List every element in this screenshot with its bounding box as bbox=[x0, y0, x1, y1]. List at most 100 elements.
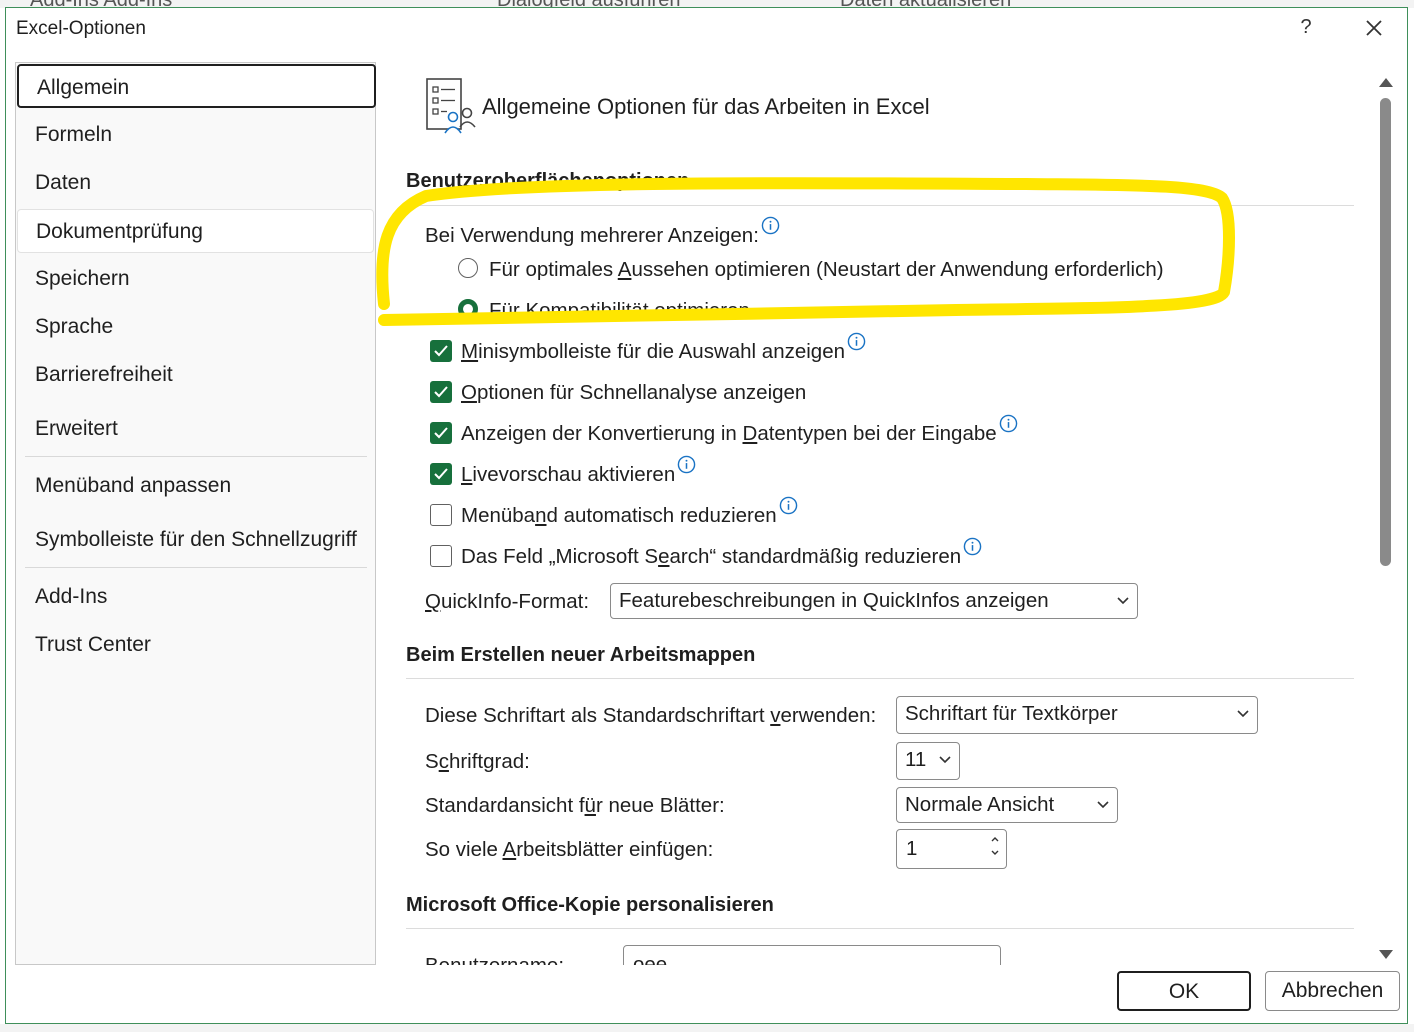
cancel-button[interactable]: Abbrechen bbox=[1265, 971, 1400, 1011]
access-key: L bbox=[461, 463, 473, 486]
chevron-up-icon[interactable] bbox=[990, 832, 1000, 846]
access-key: M bbox=[461, 340, 479, 363]
radio-optimize-appearance[interactable] bbox=[458, 258, 478, 278]
label-part: Anzeigen der Konvertierung in bbox=[461, 422, 743, 445]
options-nav: Allgemein Formeln Daten Dokumentprüfung … bbox=[15, 62, 376, 965]
access-key: A bbox=[617, 258, 632, 281]
info-icon[interactable] bbox=[999, 414, 1018, 433]
ok-button[interactable]: OK bbox=[1117, 971, 1251, 1011]
access-key: c bbox=[438, 750, 449, 773]
close-icon bbox=[1366, 20, 1382, 36]
checkbox-mini-toolbar[interactable] bbox=[430, 340, 452, 362]
access-key: D bbox=[742, 422, 758, 445]
nav-item-daten[interactable]: Daten bbox=[17, 161, 374, 205]
sheet-count-value: 1 bbox=[906, 837, 918, 860]
label-part: ivevorschau aktivieren bbox=[472, 463, 676, 486]
nav-separator bbox=[25, 567, 367, 568]
sheet-count-stepper[interactable]: 1 bbox=[896, 829, 1007, 869]
section-title-ui-options: Benutzeroberflächenoptionen bbox=[406, 170, 690, 192]
nav-item-barrierefreiheit[interactable]: Barrierefreiheit bbox=[17, 353, 374, 397]
access-key: K bbox=[525, 299, 540, 322]
nav-item-trust-center[interactable]: Trust Center bbox=[17, 623, 374, 667]
chevron-down-icon bbox=[1237, 710, 1249, 718]
scroll-thumb[interactable] bbox=[1380, 98, 1391, 566]
chevron-down-icon bbox=[939, 756, 951, 764]
close-button[interactable] bbox=[1360, 14, 1388, 42]
stepper-arrows bbox=[990, 832, 1000, 860]
scroll-up-arrow-icon[interactable] bbox=[1376, 75, 1396, 89]
checkbox-live-preview-label[interactable]: Livevorschau aktivieren bbox=[461, 455, 696, 487]
label-part: hriftgrad: bbox=[448, 750, 530, 773]
nav-item-dokumentpruefung[interactable]: Dokumentprüfung bbox=[17, 209, 374, 253]
chevron-down-icon bbox=[1117, 597, 1129, 605]
radio-optimize-compatibility[interactable] bbox=[458, 299, 478, 319]
chevron-down-icon[interactable] bbox=[990, 846, 1000, 860]
label-part: ussehen optimieren (Neustart der Anwendu… bbox=[631, 258, 1164, 281]
label-part: d automatisch reduzieren bbox=[546, 504, 777, 527]
chevron-down-icon bbox=[1097, 801, 1109, 809]
checkbox-auto-collapse-ribbon[interactable] bbox=[430, 504, 452, 526]
content-scrollbar[interactable] bbox=[1376, 70, 1396, 970]
label-part: arch“ standardmäßig reduzieren bbox=[669, 545, 962, 568]
username-label: Benutzername: bbox=[425, 954, 564, 965]
checkbox-collapse-search[interactable] bbox=[430, 545, 452, 567]
nav-item-addins[interactable]: Add-Ins bbox=[17, 575, 374, 619]
quickinfo-format-select[interactable]: Featurebeschreibungen in QuickInfos anze… bbox=[610, 583, 1138, 619]
nav-item-menueband-anpassen[interactable]: Menüband anpassen bbox=[17, 464, 374, 508]
excel-grid-background bbox=[0, 1024, 1414, 1032]
general-options-icon bbox=[426, 78, 476, 134]
label-part: atentypen bei der Eingabe bbox=[757, 422, 997, 445]
radio-optimize-compatibility-label[interactable]: Für Kompatibilität optimieren bbox=[489, 299, 750, 323]
access-key: e bbox=[658, 545, 670, 568]
label-part: r neue Blätter: bbox=[595, 794, 725, 817]
nav-item-formeln[interactable]: Formeln bbox=[17, 113, 374, 157]
checkmark-icon bbox=[434, 427, 448, 439]
checkmark-icon bbox=[434, 345, 448, 357]
quickinfo-format-value: Featurebeschreibungen in QuickInfos anze… bbox=[619, 589, 1049, 612]
username-input[interactable]: oee bbox=[623, 945, 1001, 965]
checkbox-datatype-conversion-label[interactable]: Anzeigen der Konvertierung in Datentypen… bbox=[461, 414, 1018, 446]
checkbox-collapse-search-label[interactable]: Das Feld „Microsoft Search“ standardmäßi… bbox=[461, 537, 982, 569]
multi-display-label: Bei Verwendung mehrerer Anzeigen: bbox=[425, 216, 780, 248]
nav-item-sprache[interactable]: Sprache bbox=[17, 305, 374, 349]
checkbox-quick-analysis[interactable] bbox=[430, 381, 452, 403]
font-size-value: 11 bbox=[905, 748, 927, 771]
nav-item-allgemein[interactable]: Allgemein bbox=[17, 64, 376, 108]
default-view-label: Standardansicht für neue Blätter: bbox=[425, 794, 725, 818]
info-icon[interactable] bbox=[761, 216, 780, 235]
section-title-new-workbooks: Beim Erstellen neuer Arbeitsmappen bbox=[406, 644, 756, 666]
font-size-select[interactable]: 11 bbox=[896, 742, 960, 780]
nav-separator bbox=[25, 456, 367, 457]
access-key: Q bbox=[425, 590, 441, 613]
label-part: inisymbolleiste für die Auswahl anzeigen bbox=[478, 340, 846, 363]
nav-item-schnellzugriff[interactable]: Symbolleiste für den Schnellzugriff bbox=[17, 518, 374, 562]
label-part: S bbox=[425, 750, 439, 773]
nav-item-erweitert[interactable]: Erweitert bbox=[17, 407, 374, 451]
info-icon[interactable] bbox=[963, 537, 982, 556]
checkbox-live-preview[interactable] bbox=[430, 463, 452, 485]
default-font-label: Diese Schriftart als Standardschriftart … bbox=[425, 704, 876, 728]
label-part: ompatibilität optimieren bbox=[539, 299, 750, 322]
label-part: So viele bbox=[425, 838, 503, 861]
default-font-select[interactable]: Schriftart für Textkörper bbox=[896, 696, 1258, 734]
info-icon[interactable] bbox=[779, 496, 798, 515]
font-size-label: Schriftgrad: bbox=[425, 750, 530, 774]
label-part: Für optimales bbox=[489, 258, 618, 281]
checkbox-auto-collapse-ribbon-label[interactable]: Menüband automatisch reduzieren bbox=[461, 496, 798, 528]
label-part: Diese Schriftart als Standardschriftart bbox=[425, 704, 771, 727]
label-part: erwenden: bbox=[780, 704, 877, 727]
default-view-select[interactable]: Normale Ansicht bbox=[896, 787, 1118, 823]
default-view-value: Normale Ansicht bbox=[905, 793, 1055, 816]
radio-optimize-appearance-label[interactable]: Für optimales Aussehen optimieren (Neust… bbox=[489, 258, 1164, 282]
checkbox-datatype-conversion[interactable] bbox=[430, 422, 452, 444]
nav-item-speichern[interactable]: Speichern bbox=[17, 257, 374, 301]
checkbox-quick-analysis-label[interactable]: Optionen für Schnellanalyse anzeigen bbox=[461, 381, 806, 405]
scroll-down-arrow-icon[interactable] bbox=[1376, 948, 1396, 962]
info-icon[interactable] bbox=[847, 332, 866, 351]
access-key: n bbox=[535, 504, 547, 527]
checkbox-mini-toolbar-label[interactable]: Minisymbolleiste für die Auswahl anzeige… bbox=[461, 332, 866, 364]
page-title: Allgemeine Optionen für das Arbeiten in … bbox=[482, 94, 930, 119]
info-icon[interactable] bbox=[677, 455, 696, 474]
label-part: rbeitsblätter einfügen: bbox=[516, 838, 714, 861]
help-button[interactable]: ? bbox=[1294, 16, 1318, 42]
